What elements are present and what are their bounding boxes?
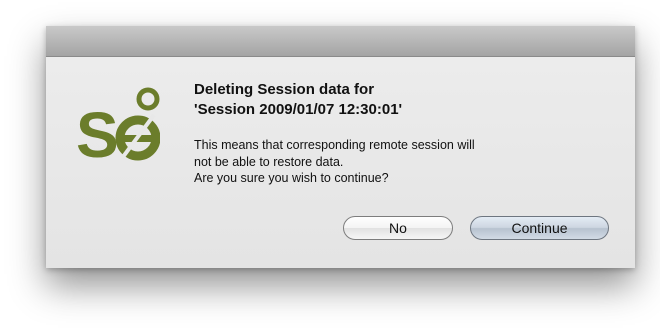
selenium-logo-icon: S bbox=[76, 87, 160, 171]
dialog-titlebar[interactable] bbox=[46, 26, 635, 57]
svg-text:S: S bbox=[76, 99, 119, 171]
dialog-message: This means that corresponding remote ses… bbox=[194, 137, 614, 187]
message-line-3: Are you sure you wish to continue? bbox=[194, 171, 389, 185]
headline-line-2: 'Session 2009/01/07 12:30:01' bbox=[194, 101, 403, 118]
headline-line-1: Deleting Session data for bbox=[194, 81, 375, 98]
continue-button[interactable]: Continue bbox=[470, 216, 609, 240]
no-button[interactable]: No bbox=[343, 216, 453, 240]
dialog-body: S Deleting Session data for 'Session 200… bbox=[46, 57, 635, 268]
dialog-headline: Deleting Session data for 'Session 2009/… bbox=[194, 80, 614, 120]
screen: S Deleting Session data for 'Session 200… bbox=[0, 0, 660, 330]
message-line-1: This means that corresponding remote ses… bbox=[194, 138, 475, 152]
message-line-2: not be able to restore data. bbox=[194, 154, 344, 169]
confirm-dialog: S Deleting Session data for 'Session 200… bbox=[46, 26, 635, 268]
